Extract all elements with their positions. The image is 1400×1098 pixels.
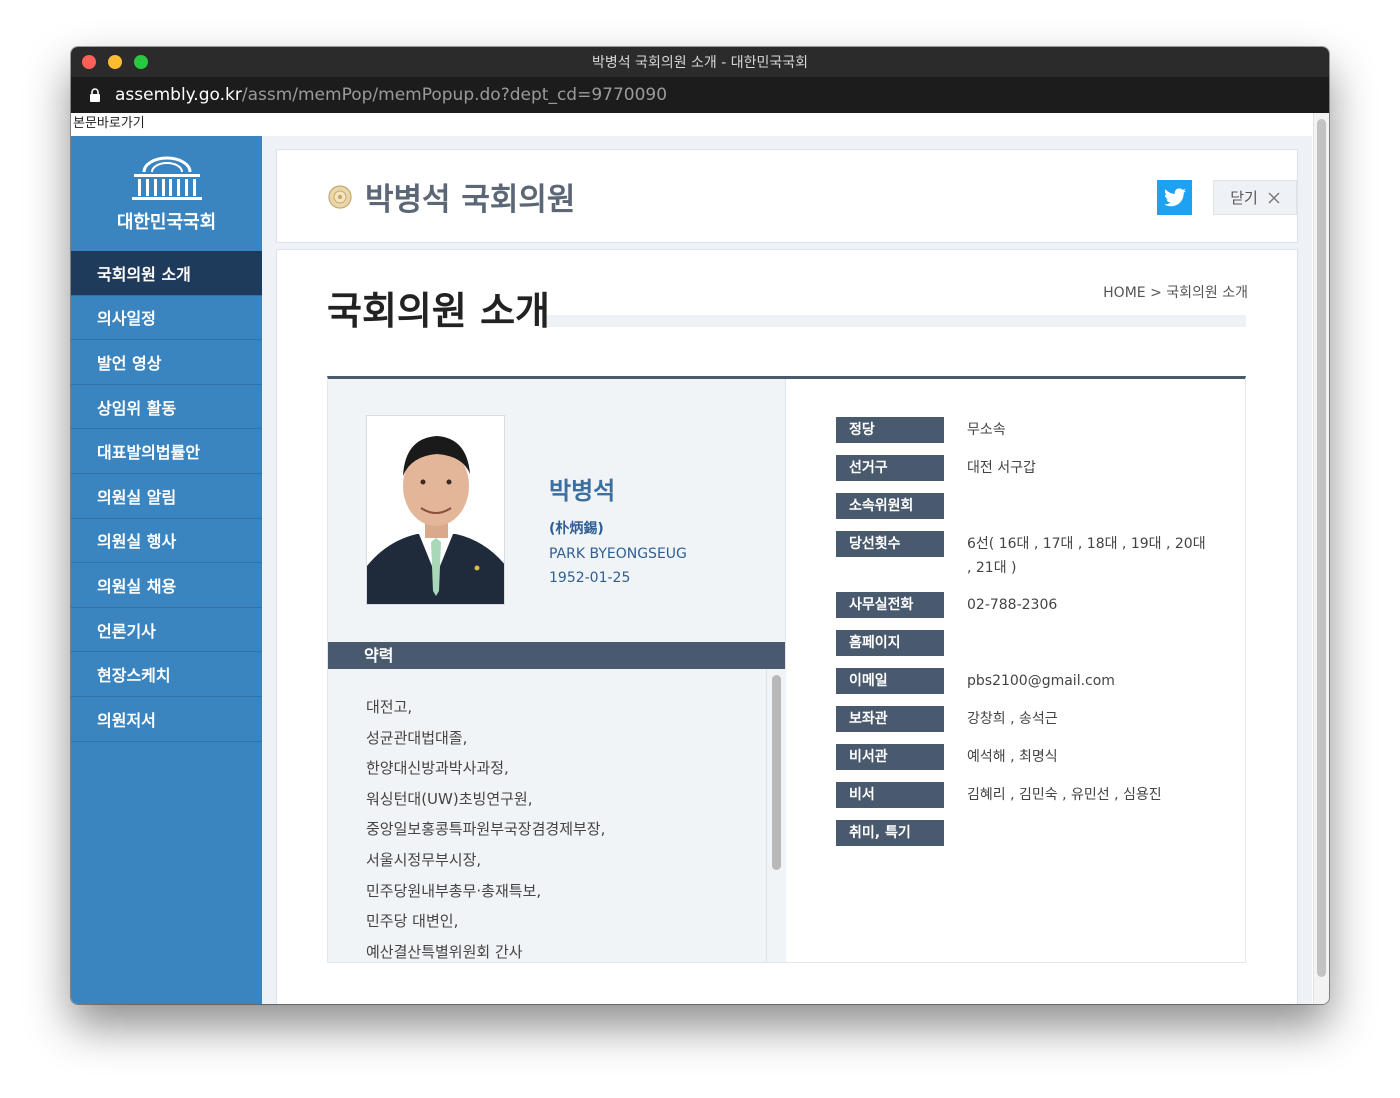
sidebar-item-recruit[interactable]: 의원실 채용 xyxy=(71,563,262,608)
url-path: /assm/memPop/memPopup.do?dept_cd=9770090 xyxy=(241,85,668,105)
career-header: 약력 xyxy=(328,642,785,669)
career-item: 중앙일보홍콩특파원부국장겸경제부장, xyxy=(366,820,606,839)
career-item: 민주당 대변인, xyxy=(366,912,459,931)
info-label: 이메일 xyxy=(836,668,944,694)
info-row-office-phone: 사무실전화 02-788-2306 xyxy=(836,592,1236,618)
minimize-window-button[interactable] xyxy=(108,55,122,69)
info-value: 무소속 xyxy=(967,422,1006,438)
info-label: 취미, 특기 xyxy=(836,820,944,846)
career-item: 민주당원내부총무·총재특보, xyxy=(366,881,542,900)
sidebar-item-events[interactable]: 의원실 행사 xyxy=(71,519,262,564)
career-item: 서울시정무부시장, xyxy=(366,850,482,869)
career-item: 성균관대법대졸, xyxy=(366,728,468,747)
info-label: 사무실전화 xyxy=(836,592,944,618)
close-window-button[interactable] xyxy=(82,55,96,69)
member-photo xyxy=(366,415,505,605)
info-row-staff: 비서 김혜리 , 김민숙 , 유민선 , 심용진 xyxy=(836,782,1236,808)
close-popup-button[interactable]: 닫기 xyxy=(1213,180,1297,215)
sidebar-item-schedule[interactable]: 의사일정 xyxy=(71,296,262,341)
info-row-secretaries: 비서관 예석해 , 최명식 xyxy=(836,744,1236,770)
sidebar-item-bills[interactable]: 대표발의법률안 xyxy=(71,429,262,474)
browser-window: 박병석 국회의원 소개 - 대한민국국회 assembly.go.kr /ass… xyxy=(71,47,1329,1004)
member-info-table: 정당 무소속 선거구 대전 서구갑 소속위원회 당선횟수 6선( 16대 , 1… xyxy=(836,417,1236,858)
twitter-icon xyxy=(1163,188,1186,207)
sidebar-item-member-intro[interactable]: 국회의원 소개 xyxy=(71,251,262,296)
header-member-name: 박병석 국회의원 xyxy=(365,182,576,218)
member-name-hanja: (朴炳錫) xyxy=(549,521,604,537)
info-value: 예석해 , 최명식 xyxy=(967,749,1058,765)
sidebar-item-books[interactable]: 의원저서 xyxy=(71,697,262,742)
info-value: 대전 서구갑 xyxy=(967,460,1036,476)
member-name-block: 박병석 (朴炳錫) PARK BYEONGSEUG 1952-01-25 xyxy=(549,471,687,594)
assembly-logo[interactable]: 대한민국국회 xyxy=(71,136,262,251)
info-row-email: 이메일 pbs2100@gmail.com xyxy=(836,668,1236,694)
main-card: 국회의원 소개 HOME > 국회의원 소개 박병석 (朴炳錫) PARK BY… xyxy=(276,249,1298,1004)
career-scrollbar-thumb[interactable] xyxy=(772,675,781,870)
info-value: 02-788-2306 xyxy=(967,597,1058,613)
info-value[interactable] xyxy=(944,630,1214,631)
sidebar-item-committee[interactable]: 상임위 활동 xyxy=(71,385,262,430)
profile-left-pane: 박병석 (朴炳錫) PARK BYEONGSEUG 1952-01-25 약력 … xyxy=(328,379,786,962)
skip-to-content-link[interactable]: 본문바로가기 xyxy=(71,113,145,135)
close-icon xyxy=(1268,192,1280,203)
page-title: 국회의원 소개 xyxy=(327,289,550,333)
assembly-emblem-icon xyxy=(328,184,352,209)
window-controls xyxy=(82,55,148,69)
email-link[interactable]: pbs2100@gmail.com xyxy=(944,668,1214,693)
info-row-terms: 당선횟수 6선( 16대 , 17대 , 18대 , 19대 , 20대 , 2… xyxy=(836,531,1236,580)
zoom-window-button[interactable] xyxy=(134,55,148,69)
info-label: 소속위원회 xyxy=(836,493,944,519)
title-underline xyxy=(547,315,1246,327)
info-row-party: 정당 무소속 xyxy=(836,417,1236,443)
url-host: assembly.go.kr xyxy=(115,85,242,105)
info-label: 홈페이지 xyxy=(836,630,944,656)
page-scrollbar-thumb[interactable] xyxy=(1317,119,1326,977)
info-label: 선거구 xyxy=(836,455,944,481)
info-row-aides: 보좌관 강창희 , 송석근 xyxy=(836,706,1236,732)
info-value: 김혜리 , 김민숙 , 유민선 , 심용진 xyxy=(967,787,1162,803)
sidebar-item-speech-video[interactable]: 발언 영상 xyxy=(71,340,262,385)
member-birth-date: 1952-01-25 xyxy=(549,570,631,586)
profile-box: 박병석 (朴炳錫) PARK BYEONGSEUG 1952-01-25 약력 … xyxy=(327,376,1246,963)
career-scrollbar[interactable] xyxy=(766,669,786,962)
sidebar-item-notices[interactable]: 의원실 알림 xyxy=(71,474,262,519)
member-name-korean: 박병석 xyxy=(549,476,616,505)
career-item: 예산결산특별위원회 간사 xyxy=(366,942,523,961)
title-bar: 박병석 국회의원 소개 - 대한민국국회 xyxy=(71,47,1329,77)
member-portrait-image xyxy=(367,416,504,604)
popup-header: 박병석 국회의원 닫기 xyxy=(276,149,1298,243)
info-row-district: 선거구 대전 서구갑 xyxy=(836,455,1236,481)
info-value xyxy=(944,493,1214,494)
window-title: 박병석 국회의원 소개 - 대한민국국회 xyxy=(591,55,809,71)
sidebar-item-press[interactable]: 언론기사 xyxy=(71,608,262,653)
sidebar-item-sketch[interactable]: 현장스케치 xyxy=(71,652,262,697)
info-label: 보좌관 xyxy=(836,706,944,732)
career-list: 대전고, 성균관대법대졸, 한양대신방과박사과정, 워싱턴대(UW)초빙연구원,… xyxy=(366,697,756,972)
twitter-button[interactable] xyxy=(1157,180,1192,215)
career-item: 한양대신방과박사과정, xyxy=(366,759,509,778)
info-label: 정당 xyxy=(836,417,944,443)
assembly-building-icon xyxy=(131,156,202,200)
close-label: 닫기 xyxy=(1230,189,1258,207)
info-value: 6선( 16대 , 17대 , 18대 , 19대 , 20대 , 21대 ) xyxy=(967,536,1206,576)
sidebar: 대한민국국회 국회의원 소개 의사일정 발언 영상 상임위 활동 대표발의법률안… xyxy=(71,136,262,1004)
breadcrumb: HOME > 국회의원 소개 xyxy=(1103,285,1248,301)
info-value: 강창희 , 송석근 xyxy=(967,711,1058,727)
info-label: 비서 xyxy=(836,782,944,808)
info-value xyxy=(944,820,1214,821)
info-label: 비서관 xyxy=(836,744,944,770)
info-row-hobbies: 취미, 특기 xyxy=(836,820,1236,846)
header-title: 박병석 국회의원 xyxy=(327,174,575,219)
lock-icon xyxy=(90,88,100,102)
career-item: 대전고, xyxy=(366,698,413,716)
info-label: 당선횟수 xyxy=(836,531,944,557)
career-item: 워싱턴대(UW)초빙연구원, xyxy=(366,789,533,808)
content-area: 박병석 국회의원 닫기 국회의원 소개 HOME > 국회의원 소개 박병석 (… xyxy=(262,136,1312,1004)
info-row-committee: 소속위원회 xyxy=(836,493,1236,519)
info-row-homepage: 홈페이지 xyxy=(836,630,1236,656)
address-bar[interactable]: assembly.go.kr /assm/memPop/memPopup.do?… xyxy=(71,77,1329,113)
member-name-english: PARK BYEONGSEUG xyxy=(549,546,687,562)
logo-text: 대한민국국회 xyxy=(116,211,217,233)
